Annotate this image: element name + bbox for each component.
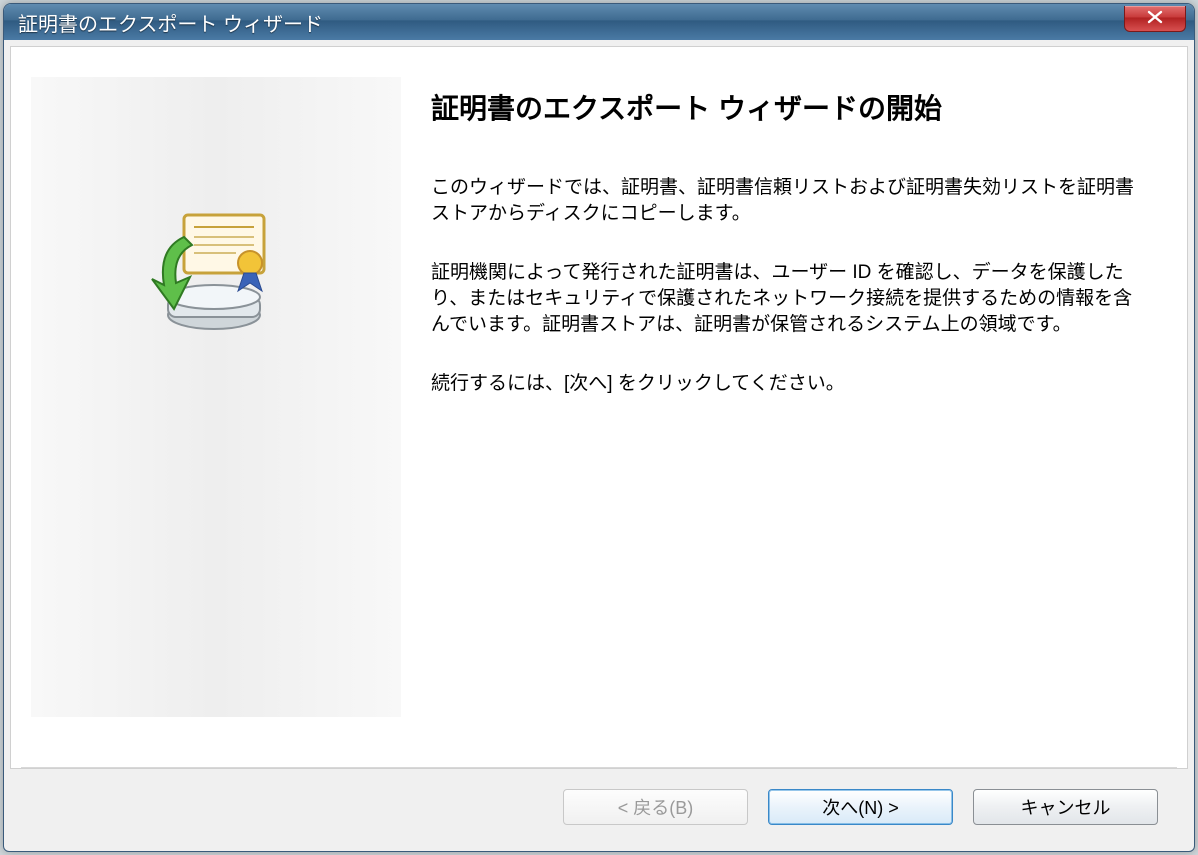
wizard-body: 証明書のエクスポート ウィザードの開始 このウィザードでは、証明書、証明書信頼リ… (431, 77, 1147, 747)
close-icon (1146, 7, 1164, 30)
wizard-paragraph-3: 続行するには、[次へ] をクリックしてください。 (431, 371, 1147, 397)
wizard-heading: 証明書のエクスポート ウィザードの開始 (431, 87, 1147, 127)
wizard-footer: < 戻る(B) 次へ(N) > キャンセル (10, 769, 1188, 845)
wizard-content: 証明書のエクスポート ウィザードの開始 このウィザードでは、証明書、証明書信頼リ… (10, 46, 1188, 769)
wizard-window: 証明書のエクスポート ウィザード (3, 3, 1195, 852)
wizard-main: 証明書のエクスポート ウィザードの開始 このウィザードでは、証明書、証明書信頼リ… (11, 47, 1187, 767)
wizard-paragraph-1: このウィザードでは、証明書、証明書信頼リストおよび証明書失効リストを証明書ストア… (431, 175, 1147, 226)
next-button[interactable]: 次へ(N) > (768, 789, 953, 825)
back-button: < 戻る(B) (563, 789, 748, 825)
certificate-export-icon (146, 197, 286, 337)
close-button[interactable] (1124, 6, 1186, 32)
separator (21, 767, 1177, 768)
titlebar[interactable]: 証明書のエクスポート ウィザード (4, 4, 1194, 40)
window-title: 証明書のエクスポート ウィザード (18, 8, 323, 37)
wizard-paragraph-2: 証明機関によって発行された証明書は、ユーザー ID を確認し、データを保護したり… (431, 260, 1147, 337)
cancel-button[interactable]: キャンセル (973, 789, 1158, 825)
wizard-sidebar-graphic (31, 77, 401, 717)
